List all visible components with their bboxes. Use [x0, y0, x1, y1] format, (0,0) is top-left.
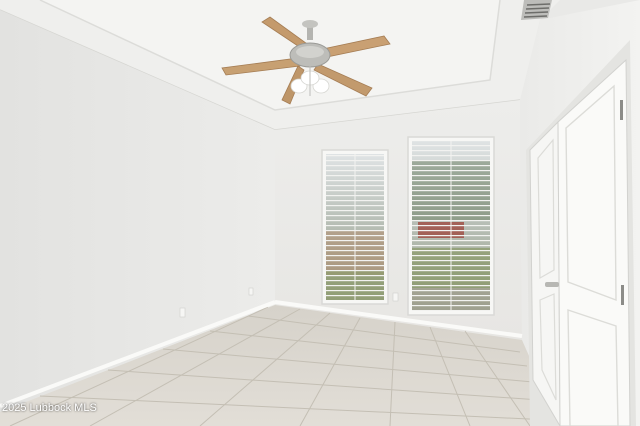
window-left: [321, 149, 389, 305]
wall-outlet-right: [392, 292, 399, 302]
air-vent-icon: [521, 0, 552, 20]
photo-watermark: 2025 Lubbock MLS: [2, 402, 97, 414]
wall-outlet-corner: [248, 287, 254, 296]
wall-outlet-left: [179, 307, 186, 318]
window-right: [407, 136, 495, 316]
room-photo: 2025 Lubbock MLS: [0, 0, 640, 426]
room-scene: [0, 0, 640, 426]
door-handle[interactable]: [545, 282, 559, 287]
